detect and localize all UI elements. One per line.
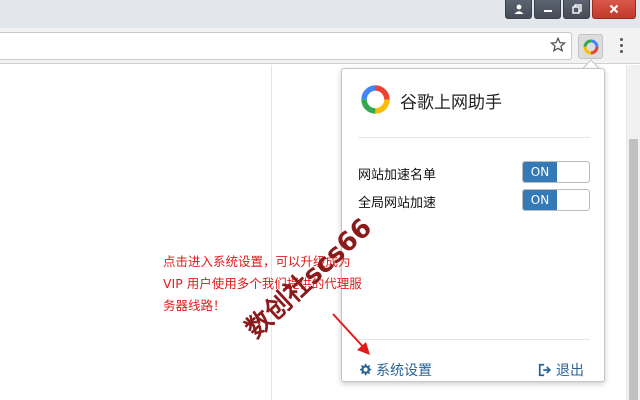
toggle-state: ON: [523, 162, 557, 182]
maximize-icon: [571, 4, 582, 14]
gear-icon: [359, 363, 372, 376]
global-toggle[interactable]: ON: [522, 189, 590, 211]
close-icon: [609, 4, 619, 14]
scrollbar[interactable]: [626, 65, 640, 400]
settings-label: 系统设置: [376, 363, 432, 379]
menu-icon[interactable]: [618, 38, 624, 54]
setting-row-whitelist: 网站加速名单 ON: [358, 161, 590, 183]
profile-button[interactable]: [505, 0, 532, 19]
minimize-icon: [543, 10, 552, 12]
divider: [358, 137, 590, 138]
annotation-line: 点击进入系统设置，可以升级成为: [163, 254, 351, 269]
whitelist-toggle[interactable]: ON: [522, 161, 590, 183]
settings-link[interactable]: 系统设置: [358, 360, 432, 380]
toggle-state: ON: [523, 190, 557, 210]
extension-button[interactable]: [578, 34, 603, 59]
logout-link[interactable]: 退出: [538, 360, 584, 380]
extension-popup: 谷歌上网助手 网站加速名单 ON 全局网站加速 ON 系统设置 退出: [341, 68, 605, 382]
popup-title: 谷歌上网助手: [400, 93, 502, 113]
logo-icon: [361, 85, 390, 114]
maximize-button[interactable]: [563, 0, 590, 19]
profile-icon: [514, 4, 523, 14]
annotation-arrow-icon: [332, 313, 370, 355]
address-bar[interactable]: [0, 32, 572, 60]
logout-label: 退出: [556, 363, 584, 379]
close-button[interactable]: [592, 0, 636, 19]
scrollbar-thumb[interactable]: [629, 139, 638, 400]
divider: [358, 339, 590, 340]
setting-row-global: 全局网站加速 ON: [358, 189, 590, 211]
bookmark-star-icon[interactable]: [550, 37, 566, 53]
title-bar: [0, 0, 640, 28]
extension-icon: [583, 39, 598, 54]
page-divider: [271, 65, 272, 400]
setting-label: 网站加速名单: [358, 168, 437, 183]
minimize-button[interactable]: [534, 0, 561, 19]
window-controls: [505, 0, 636, 20]
setting-label: 全局网站加速: [358, 196, 437, 211]
sign-out-icon: [538, 363, 552, 377]
browser-toolbar: [0, 28, 640, 64]
